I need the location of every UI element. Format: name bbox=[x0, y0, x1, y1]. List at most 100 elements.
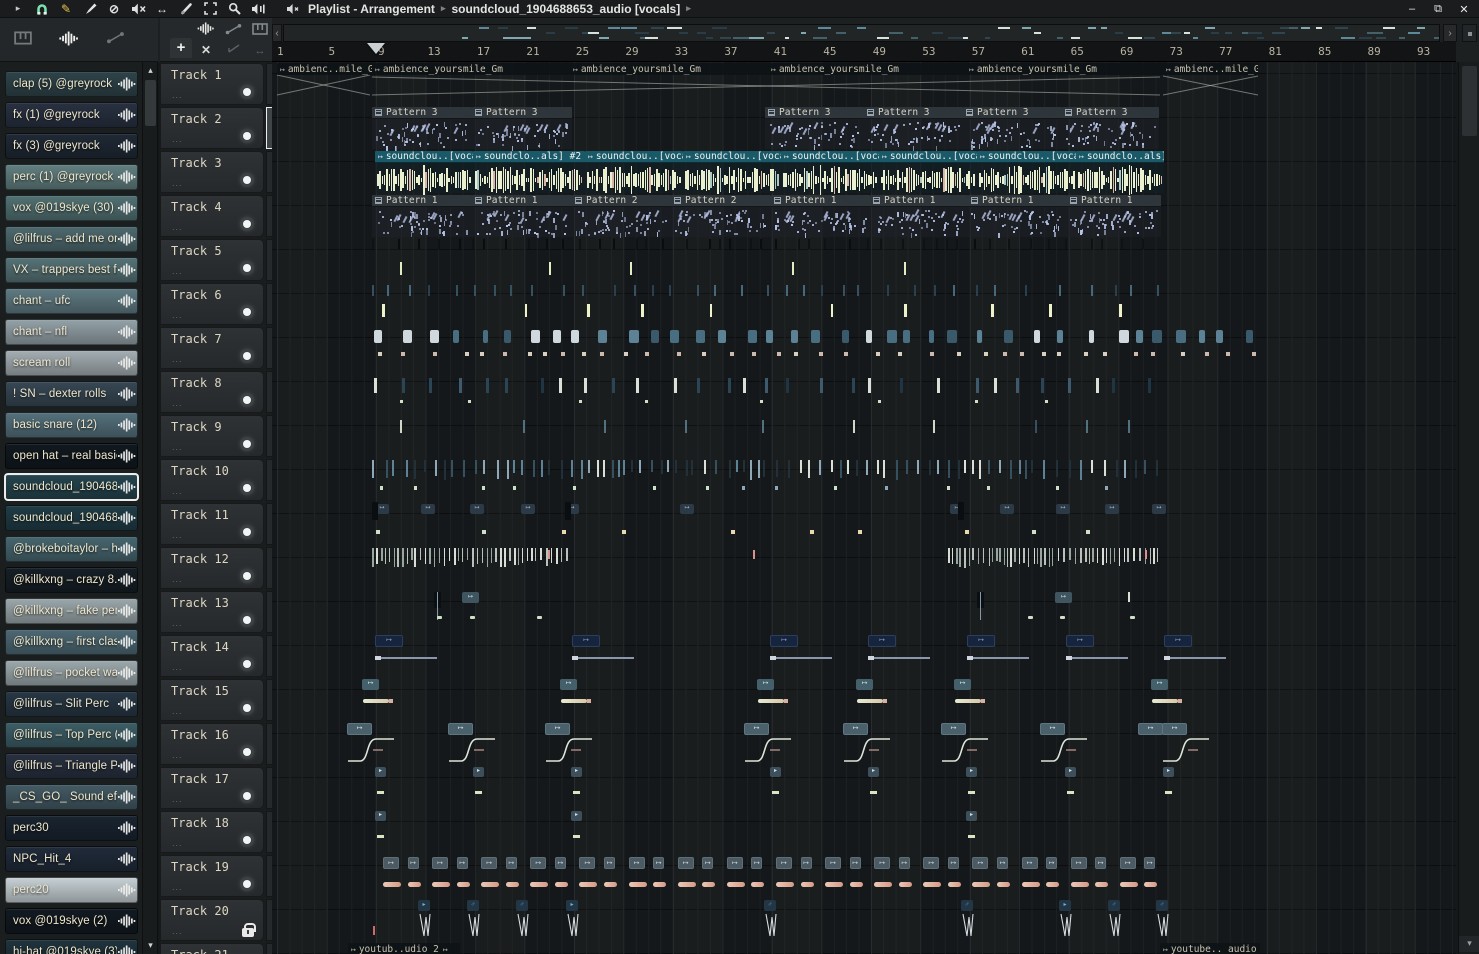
panel-audio-icon[interactable] bbox=[196, 22, 216, 38]
clip-header[interactable]: ▸ bbox=[418, 900, 430, 911]
clip[interactable]: ↦soundclou..[vocals] bbox=[683, 151, 781, 195]
picker-item[interactable]: soundcloud_1904688.. bbox=[5, 505, 138, 531]
track-header[interactable]: Track 7... bbox=[160, 327, 264, 369]
track-enable-led[interactable] bbox=[243, 352, 251, 360]
clip[interactable]: ↦ bbox=[362, 679, 402, 721]
clip[interactable]: Pattern 1 bbox=[968, 195, 1067, 238]
track-header[interactable]: Track 8... bbox=[160, 371, 264, 413]
clip[interactable]: ↦ ambienc..mile_Gm bbox=[277, 63, 372, 105]
clip[interactable]: ↦ bbox=[560, 679, 600, 721]
track-enable-led[interactable] bbox=[243, 440, 251, 448]
track-options[interactable]: ... bbox=[172, 90, 183, 100]
clip[interactable]: ↦ bbox=[770, 635, 856, 677]
track-enable-led[interactable] bbox=[243, 88, 251, 96]
clip-header[interactable]: ▸ bbox=[1065, 767, 1076, 777]
picker-item[interactable]: open hat – real basic... bbox=[5, 443, 138, 469]
track-header[interactable]: Track 12... bbox=[160, 547, 264, 589]
clip-header[interactable]: ♂ bbox=[467, 900, 479, 911]
clip[interactable]: ↦ bbox=[1066, 635, 1152, 677]
mini-clip-header[interactable]: ↦ bbox=[1000, 504, 1014, 514]
clip-header[interactable]: ▸ bbox=[566, 900, 578, 911]
clip[interactable]: ↦ bbox=[1070, 855, 1091, 897]
clip[interactable]: Pattern 3 bbox=[372, 107, 472, 151]
clip[interactable]: ↦ youtube.._audio_2 bbox=[1160, 943, 1260, 954]
clip[interactable]: ↦ bbox=[825, 855, 845, 897]
clip[interactable]: ↦ bbox=[967, 635, 1053, 677]
mini-clip-header[interactable]: ↦ bbox=[521, 504, 535, 514]
clip[interactable]: ↦ bbox=[868, 635, 954, 677]
clip[interactable]: ▸ bbox=[868, 767, 888, 809]
clip[interactable]: ↦soundclou..[vocals] bbox=[585, 151, 683, 195]
clip-label[interactable]: Pattern 3 bbox=[472, 107, 572, 119]
clip[interactable]: Pattern 1 bbox=[372, 195, 472, 237]
clip[interactable]: ↦ bbox=[1040, 723, 1092, 765]
clip-header[interactable]: ↦ bbox=[1119, 857, 1136, 869]
clip-header[interactable]: ↦ bbox=[1144, 857, 1156, 869]
clip[interactable]: ↦soundclou..[vocals] bbox=[977, 151, 1076, 195]
clip[interactable]: ↦ bbox=[800, 855, 816, 897]
playhead-marker[interactable] bbox=[366, 43, 385, 54]
track-options[interactable]: ... bbox=[172, 354, 183, 364]
track-header[interactable]: Track 20... bbox=[160, 899, 264, 941]
clip-label[interactable]: ↦ ambience_yoursmile_Gm bbox=[966, 63, 1163, 75]
clip-header[interactable]: ↦ bbox=[1095, 857, 1107, 869]
clip[interactable]: ↦ bbox=[677, 855, 698, 897]
track-enable-led[interactable] bbox=[243, 264, 251, 272]
clip[interactable]: ↦ bbox=[898, 855, 914, 897]
picker-item[interactable]: @lilfrus – Triangle Pe.. bbox=[5, 753, 138, 779]
clip[interactable]: ▸ bbox=[375, 767, 395, 809]
delete-tool-icon[interactable]: ⊘ bbox=[104, 1, 124, 17]
clip[interactable]: ↦ bbox=[1162, 723, 1214, 765]
clip-header[interactable]: ↦ bbox=[849, 857, 861, 869]
track-header[interactable]: Track 2... bbox=[160, 107, 264, 149]
picker-item[interactable]: _CS_GO_ Sound effec.. bbox=[5, 784, 138, 810]
clip-header[interactable]: ▸ bbox=[966, 811, 977, 821]
vscroll-thumb[interactable] bbox=[1462, 66, 1477, 136]
clip[interactable]: ▸ bbox=[418, 899, 434, 941]
clip-header[interactable]: ↦ bbox=[1021, 857, 1038, 869]
select-tool-icon[interactable] bbox=[200, 1, 220, 17]
picker-item[interactable]: VX – trappers best fri.. bbox=[5, 257, 138, 283]
clip[interactable]: ↦ ambience_yoursmile_Gm bbox=[570, 63, 768, 105]
clip[interactable]: ↦ bbox=[628, 855, 649, 897]
clip-label[interactable]: Pattern 2 bbox=[572, 195, 671, 207]
clip[interactable]: ↦ ambienc..mile_Gm bbox=[1163, 63, 1258, 105]
clip-label[interactable]: Pattern 1 bbox=[870, 195, 968, 207]
track-options[interactable]: ... bbox=[172, 794, 183, 804]
clip-header[interactable]: ↦ bbox=[481, 857, 498, 869]
clip-header[interactable]: ↦ bbox=[677, 857, 694, 869]
clip[interactable]: ↦ bbox=[481, 855, 501, 897]
clip[interactable]: ↦ bbox=[726, 855, 747, 897]
clip-header[interactable]: ▸ bbox=[1163, 767, 1174, 777]
picker-item[interactable]: fx (3) @greyrock bbox=[5, 133, 138, 159]
track-options[interactable]: ... bbox=[172, 882, 183, 892]
track-header[interactable]: Track 13... bbox=[160, 591, 264, 633]
picker-item[interactable]: vox @019skye (2) bbox=[5, 908, 138, 934]
clip[interactable]: ↦ bbox=[751, 855, 766, 897]
clip[interactable]: ↦ bbox=[1151, 679, 1191, 721]
clip-header[interactable]: ↦ bbox=[383, 857, 399, 869]
clip[interactable]: ↦ bbox=[947, 855, 963, 897]
track-enable-led[interactable] bbox=[243, 748, 251, 756]
clip-header[interactable]: ↦ bbox=[947, 857, 959, 869]
slip-tool-icon[interactable]: ↔ bbox=[152, 1, 172, 17]
mini-clip-header[interactable]: ↦ bbox=[680, 504, 694, 514]
track-options[interactable]: ... bbox=[172, 266, 183, 276]
clip-header[interactable]: ↦ bbox=[843, 723, 868, 735]
clip[interactable]: ↦ bbox=[775, 855, 796, 897]
clip-header[interactable]: ↦ bbox=[1070, 857, 1087, 869]
clip[interactable]: ▸ bbox=[571, 767, 591, 809]
clip-label[interactable]: ↦ ambience_yoursmile_Gm bbox=[768, 63, 966, 75]
mini-clip-header[interactable]: ↦ bbox=[1056, 504, 1070, 514]
clip-header[interactable]: ↦ bbox=[954, 679, 971, 690]
mini-clip-header[interactable]: ↦ bbox=[1055, 592, 1072, 603]
clip[interactable]: ♂ bbox=[1108, 899, 1124, 941]
clip[interactable]: ↦soundclou..[vocals] bbox=[781, 151, 879, 195]
clip-header[interactable]: ♂ bbox=[764, 900, 776, 911]
picker-filter-piano[interactable] bbox=[14, 31, 38, 47]
clip[interactable]: ↦soundclou..[vocals] bbox=[375, 151, 473, 196]
picker-filter-automation[interactable] bbox=[106, 31, 130, 47]
picker-scrollbar[interactable]: ▴ ▾ bbox=[142, 62, 157, 954]
clip[interactable]: ♂ bbox=[961, 899, 977, 941]
clip[interactable]: ↦ bbox=[923, 855, 943, 897]
